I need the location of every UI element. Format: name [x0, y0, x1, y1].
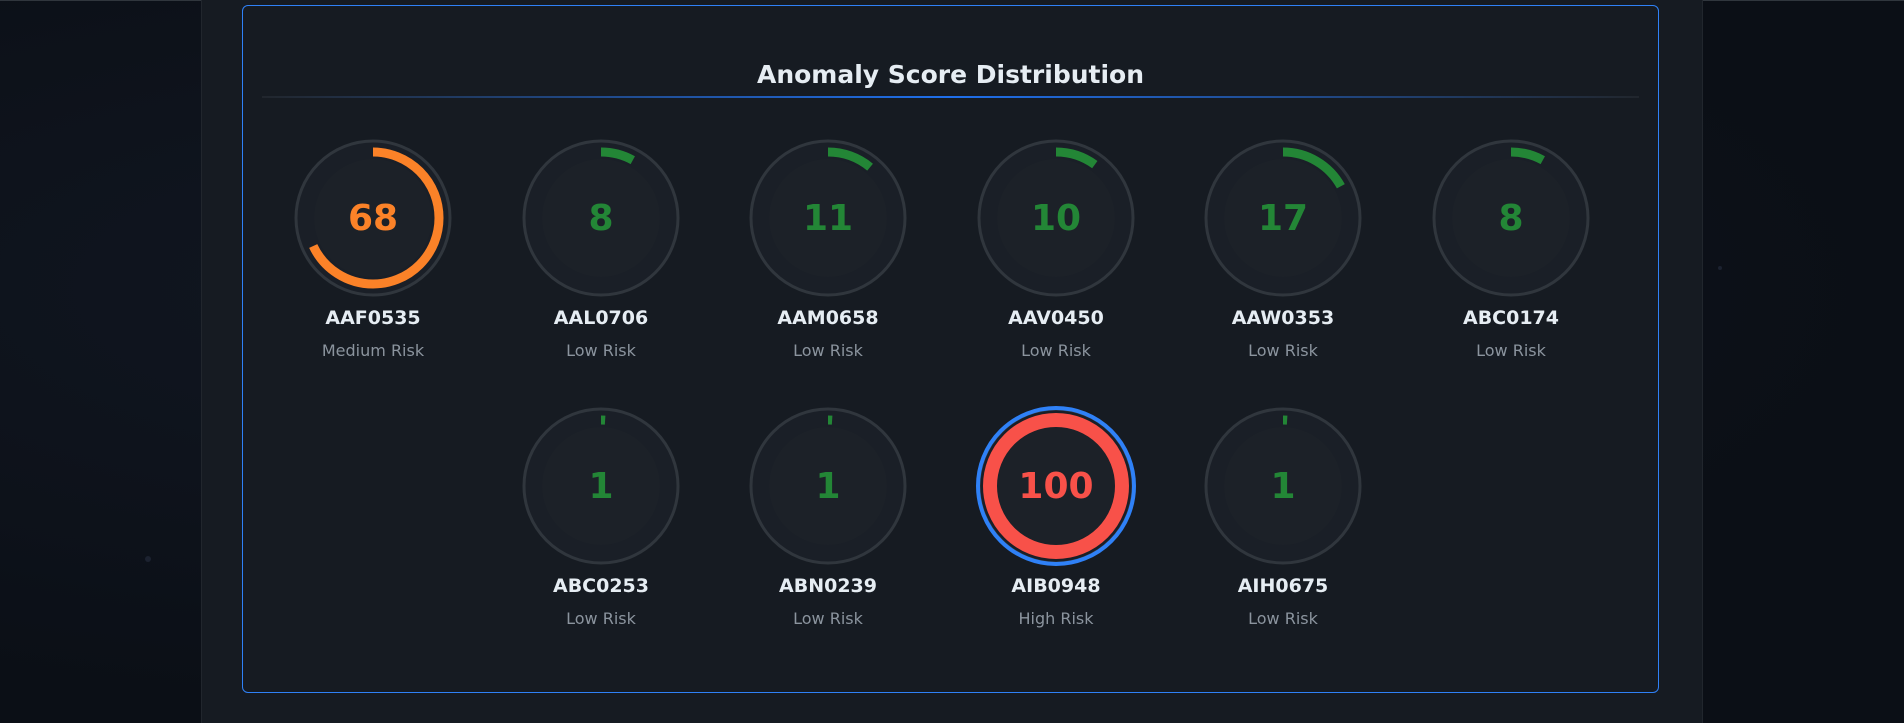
- gauge-card[interactable]: 1 AIH0675 Low Risk: [1193, 406, 1373, 646]
- gauge-card[interactable]: 68 AAF0535 Medium Risk: [283, 138, 463, 378]
- gauge-score-value: 8: [588, 198, 613, 239]
- gauge-dial: 1: [749, 407, 907, 565]
- title-divider: [262, 96, 1639, 98]
- gauge-score-value: 1: [588, 466, 613, 507]
- gauge-entity-id: AIB0948: [1011, 575, 1101, 597]
- gauge-entity-id: AAW0353: [1231, 307, 1335, 329]
- gauge-card[interactable]: 1 ABN0239 Low Risk: [738, 406, 918, 646]
- panel-title: Anomaly Score Distribution: [756, 60, 1145, 89]
- gauge-dial: 68: [294, 139, 452, 297]
- gauge-dial: 17: [1204, 139, 1362, 297]
- gauge-risk-label: Low Risk: [1248, 341, 1318, 360]
- gauge-risk-label: Low Risk: [793, 341, 863, 360]
- gauge-entity-id: AAF0535: [325, 307, 421, 329]
- gauge-score-value: 11: [803, 198, 853, 239]
- gauge-card[interactable]: 10 AAV0450 Low Risk: [966, 138, 1146, 378]
- background-dot: [1718, 266, 1722, 270]
- gauge-risk-label: Low Risk: [566, 341, 636, 360]
- gauge-entity-id: ABC0253: [552, 575, 649, 597]
- gauge-risk-label: High Risk: [1018, 609, 1094, 628]
- gauge-entity-id: AAM0658: [777, 307, 879, 329]
- gauge-risk-label: Low Risk: [1476, 341, 1546, 360]
- gauge-card[interactable]: 100 AIB0948 High Risk: [966, 406, 1146, 646]
- gauge-entity-id: ABN0239: [779, 575, 877, 597]
- anomaly-score-panel: Anomaly Score Distribution 68 AAF0535 Medi…: [242, 5, 1659, 693]
- gauge-entity-id: ABC0174: [1462, 307, 1559, 329]
- gauge-card[interactable]: 11 AAM0658 Low Risk: [738, 138, 918, 378]
- gauge-entity-id: AAL0706: [553, 307, 649, 329]
- gauge-risk-label: Low Risk: [1248, 609, 1318, 628]
- gauge-entity-id: AAV0450: [1008, 307, 1104, 329]
- gauge-dial: 1: [1204, 407, 1362, 565]
- gauge-card[interactable]: 1 ABC0253 Low Risk: [511, 406, 691, 646]
- gauge-risk-label: Low Risk: [566, 609, 636, 628]
- gauge-score-value: 1: [815, 466, 840, 507]
- gauge-entity-id: AIH0675: [1237, 575, 1329, 597]
- gauge-score-value: 10: [1031, 198, 1081, 239]
- gauge-risk-label: Medium Risk: [321, 341, 425, 360]
- gauge-score-value: 100: [1018, 466, 1093, 507]
- gauge-dial: 1: [522, 407, 680, 565]
- gauge-risk-label: Low Risk: [793, 609, 863, 628]
- gauge-card[interactable]: 17 AAW0353 Low Risk: [1193, 138, 1373, 378]
- gauge-score-value: 8: [1498, 198, 1523, 239]
- gauge-score-value: 17: [1258, 198, 1308, 239]
- gauge-card[interactable]: 8 ABC0174 Low Risk: [1421, 138, 1601, 378]
- gauge-risk-label: Low Risk: [1021, 341, 1091, 360]
- gauge-score-value: 68: [348, 198, 398, 239]
- gauge-dial: 100: [976, 406, 1136, 566]
- background-dot: [145, 556, 151, 562]
- gauge-dial: 10: [977, 139, 1135, 297]
- gauge-score-value: 1: [1270, 466, 1295, 507]
- gauge-dial: 8: [522, 139, 680, 297]
- gauge-dial: 11: [749, 139, 907, 297]
- gauge-dial: 8: [1432, 139, 1590, 297]
- gauge-card[interactable]: 8 AAL0706 Low Risk: [511, 138, 691, 378]
